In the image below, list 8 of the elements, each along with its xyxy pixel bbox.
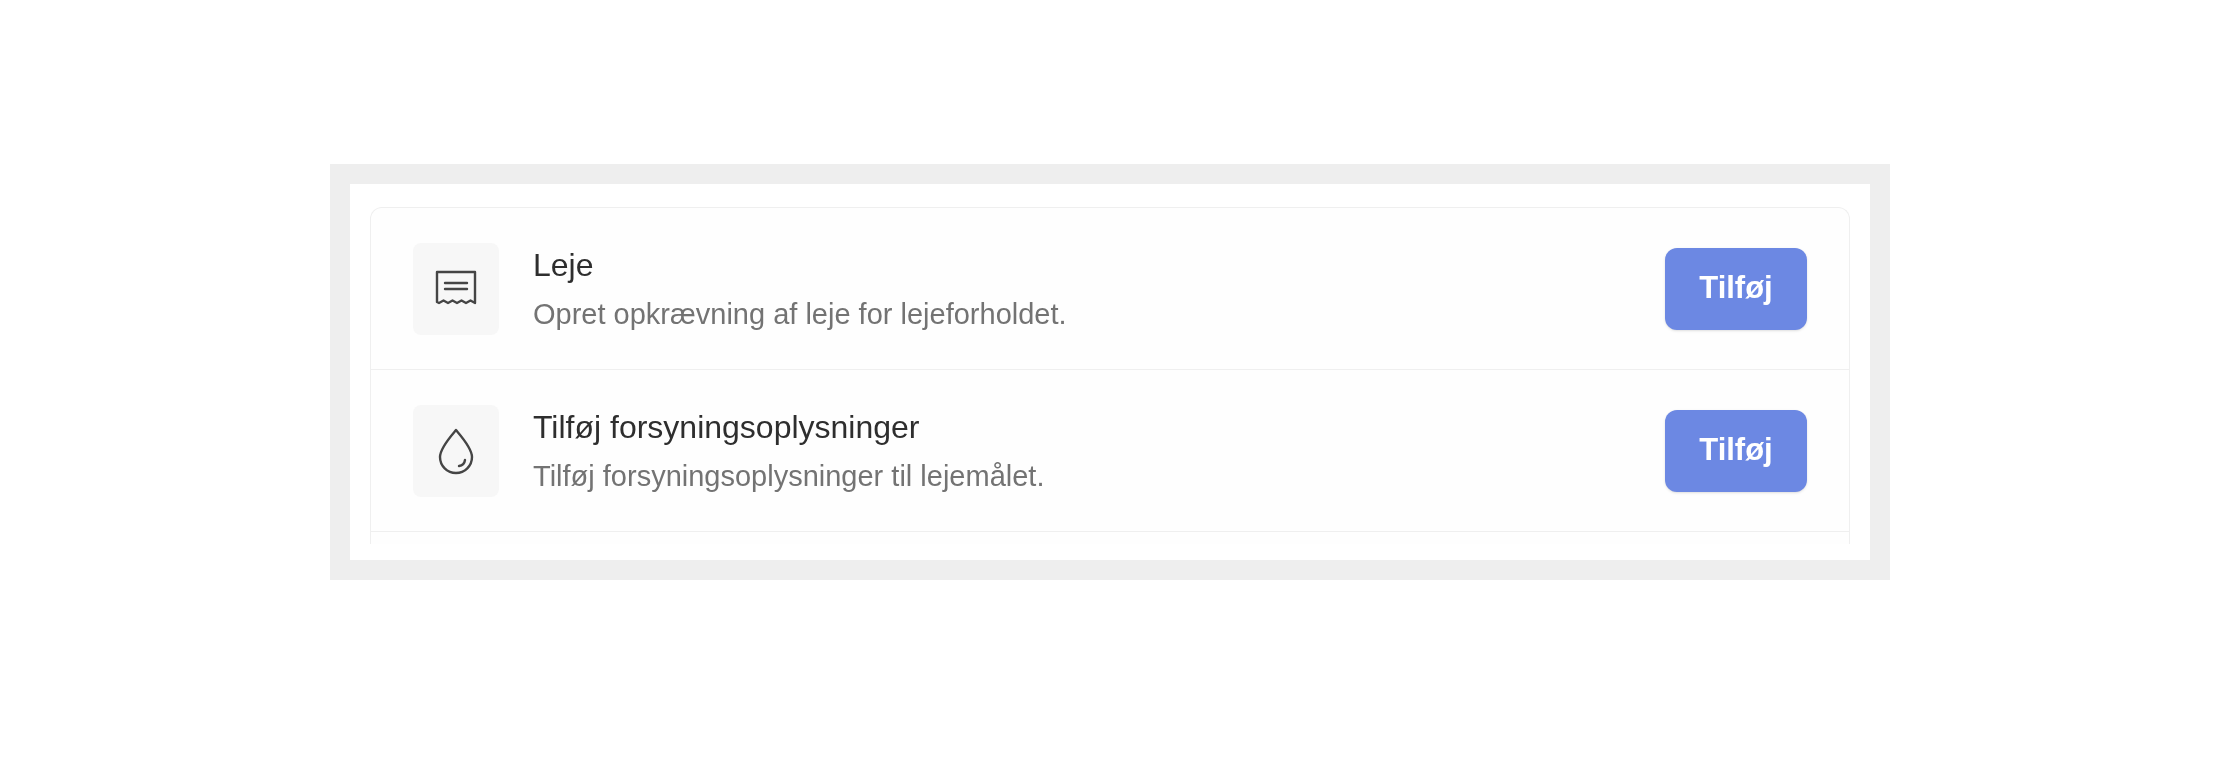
receipt-icon [413,242,499,335]
add-button[interactable]: Tilføj [1665,409,1807,492]
item-title: Leje [533,246,595,285]
item-description: Tilføj forsyningsoplysninger til lejemålet. [533,459,1046,494]
item-description: Opret opkrævning af leje for lejeforholdet. [533,297,1068,332]
drop-icon [413,404,499,497]
add-button[interactable]: Tilføj [1665,247,1807,330]
item-title: Tilføj forsyningsoplysninger [533,408,921,447]
